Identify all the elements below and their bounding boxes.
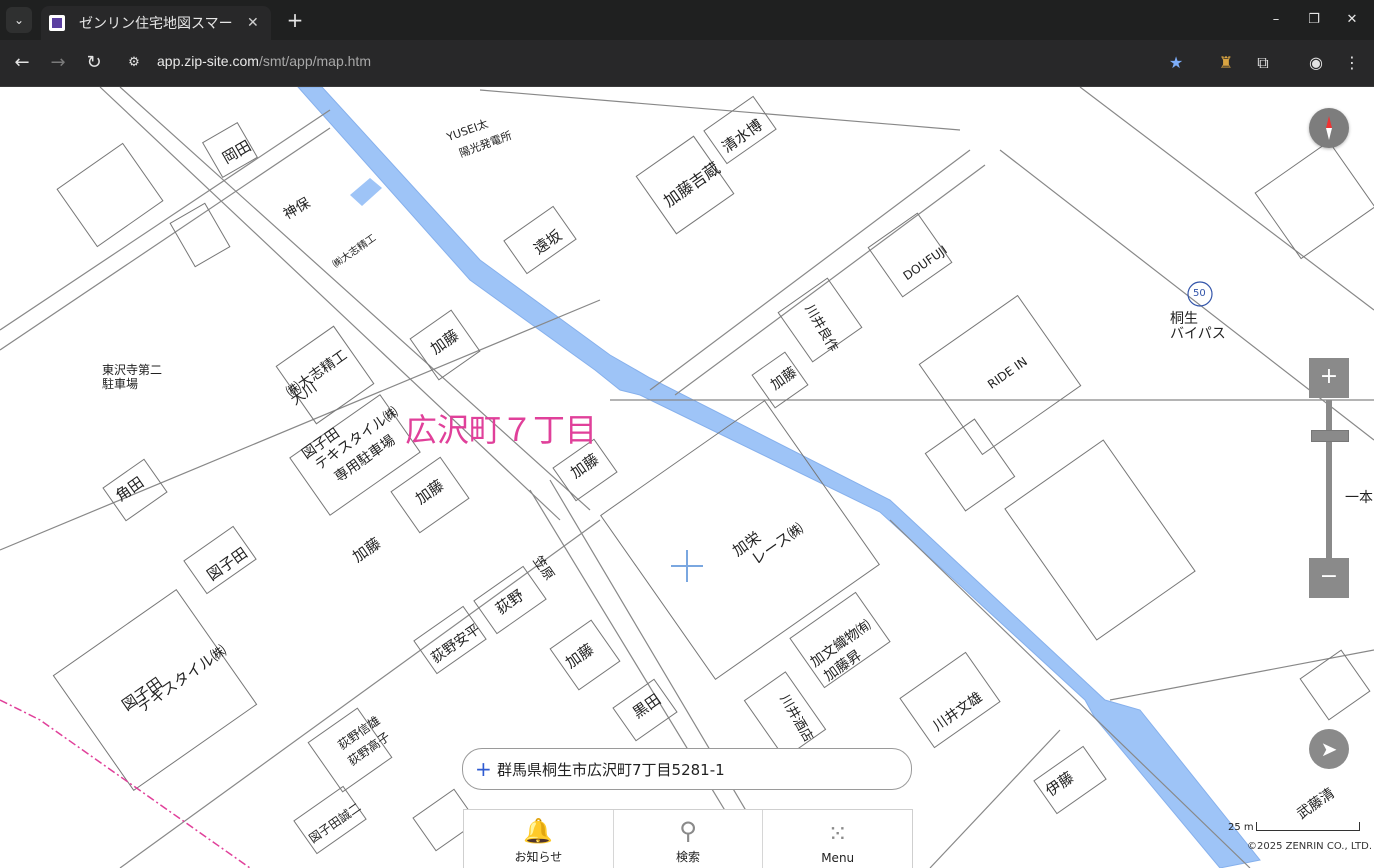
kebab-menu-icon[interactable]: ⋮ [1339, 50, 1365, 76]
site-info-icon[interactable]: ⚙ [124, 53, 144, 73]
back-arrow-icon[interactable]: ← [9, 50, 35, 76]
zoom-slider-thumb[interactable] [1311, 430, 1349, 442]
bell-icon: 🔔 [523, 817, 554, 845]
map-label: 一本 [1345, 490, 1373, 506]
extensions-puzzle-icon[interactable]: ⧉ [1250, 50, 1276, 76]
map-center-crosshair [686, 550, 688, 582]
reload-icon[interactable]: ↻ [81, 50, 107, 76]
map-label: 桐生 [1170, 311, 1198, 327]
map-label: 東沢寺第二 [102, 363, 163, 377]
browser-tab[interactable]: ゼンリン住宅地図スマー ✕ [41, 6, 271, 40]
url-host: app.zip-site.com [157, 53, 259, 69]
tab-close-icon[interactable]: ✕ [247, 15, 259, 31]
map-label: 駐車場 [102, 377, 139, 391]
address-bar[interactable]: app.zip-site.com/smt/app/map.htm [157, 53, 371, 69]
route-number: 50 [1193, 288, 1206, 299]
compass-icon[interactable] [1309, 108, 1349, 148]
address-display[interactable]: + 群馬県桐生市広沢町7丁目5281-1 [462, 748, 912, 790]
area-label: 広沢町７丁目 [405, 411, 598, 449]
search-icon: ⚲ [679, 817, 697, 845]
bookmark-star-icon[interactable]: ★ [1163, 50, 1189, 76]
browser-toolbar: ← → ↻ ⚙ app.zip-site.com/smt/app/map.htm… [0, 40, 1374, 87]
grid-icon: ⁙ [827, 820, 848, 848]
minimize-button[interactable]: – [1263, 8, 1289, 32]
zoom-slider-track[interactable] [1326, 400, 1332, 558]
address-text: 群馬県桐生市広沢町7丁目5281-1 [497, 760, 725, 779]
site-favicon-icon [49, 15, 65, 31]
search-button[interactable]: ⚲ 検索 [614, 810, 764, 868]
restore-button[interactable]: ❐ [1301, 8, 1327, 32]
copyright-text: ©2025 ZENRIN CO., LTD. [1247, 841, 1372, 852]
plus-icon: + [475, 757, 492, 781]
map-label: バイパス [1170, 326, 1226, 342]
zoom-out-button[interactable]: − [1309, 558, 1349, 598]
extension-icon[interactable]: ♜ [1213, 50, 1239, 76]
menu-label: Menu [821, 851, 855, 865]
forward-arrow-icon[interactable]: → [45, 50, 71, 76]
notifications-button[interactable]: 🔔 お知らせ [464, 810, 614, 868]
current-location-icon[interactable]: ➤ [1309, 729, 1349, 769]
scale-bar [1256, 822, 1360, 831]
close-window-button[interactable]: ✕ [1339, 8, 1365, 32]
url-path: /smt/app/map.htm [258, 53, 371, 69]
menu-label: 検索 [676, 850, 701, 864]
menu-label: お知らせ [514, 850, 563, 864]
browser-tab-bar: ⌄ ゼンリン住宅地図スマー ✕ + – ❐ ✕ [0, 0, 1374, 40]
new-tab-button[interactable]: + [283, 8, 307, 32]
tab-title: ゼンリン住宅地図スマー [79, 16, 233, 32]
scale-label: 25 m [1228, 822, 1254, 833]
tab-list-button[interactable]: ⌄ [6, 7, 32, 33]
bottom-menu: 🔔 お知らせ ⚲ 検索 ⁙ Menu [463, 809, 913, 868]
profile-icon[interactable]: ◉ [1303, 50, 1329, 76]
menu-button[interactable]: ⁙ Menu [763, 810, 912, 868]
zoom-in-button[interactable]: + [1309, 358, 1349, 398]
